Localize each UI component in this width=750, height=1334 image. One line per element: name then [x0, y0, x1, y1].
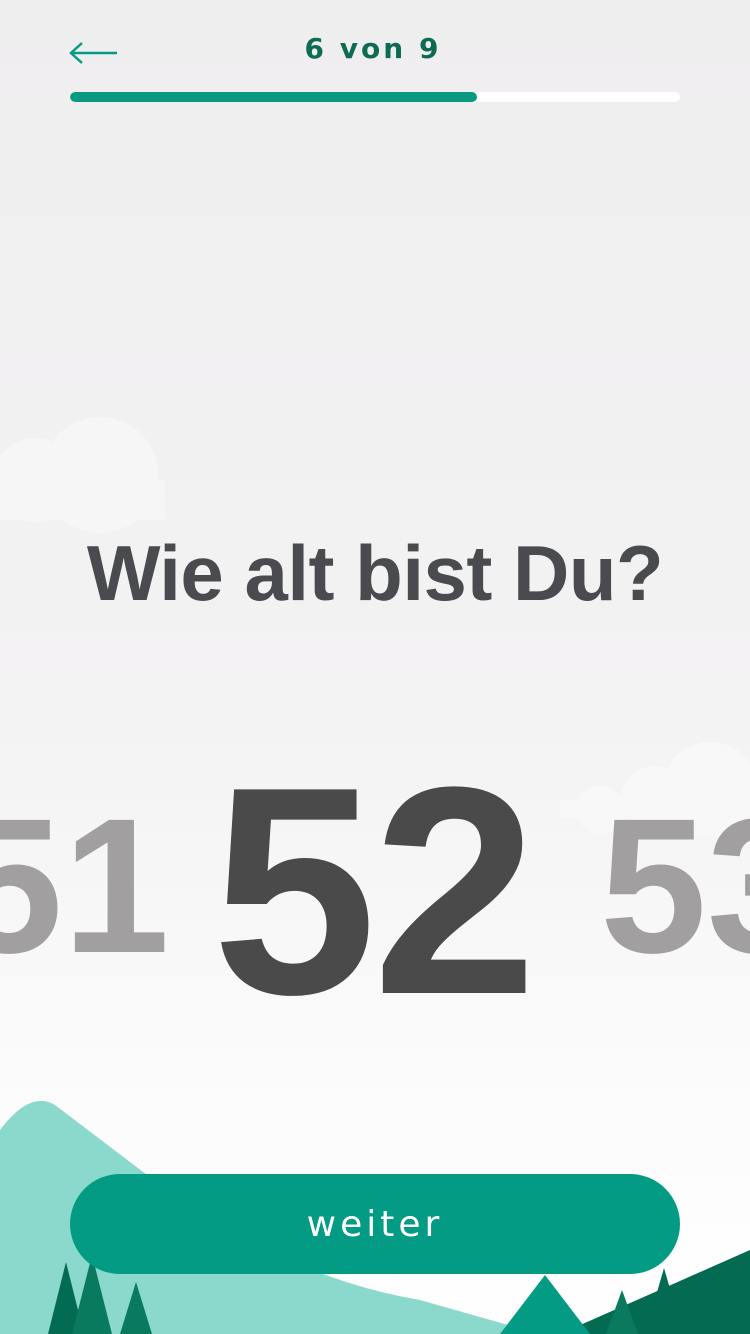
age-picker[interactable]: 51 52 53 — [0, 740, 750, 1021]
question-title: Wie alt bist Du? — [86, 529, 664, 617]
progress-bar-fill — [70, 92, 477, 102]
progress-bar — [70, 92, 680, 102]
cloud-left — [0, 417, 165, 533]
background-landscape — [0, 417, 750, 1334]
continue-button[interactable]: weiter — [70, 1174, 680, 1274]
step-counter: 6 von 9 — [304, 32, 442, 65]
header: 6 von 9 — [0, 0, 750, 130]
age-option-selected[interactable]: 52 — [212, 743, 537, 1021]
age-option-next[interactable]: 53 — [600, 790, 750, 982]
age-option-previous[interactable]: 51 — [0, 790, 170, 982]
